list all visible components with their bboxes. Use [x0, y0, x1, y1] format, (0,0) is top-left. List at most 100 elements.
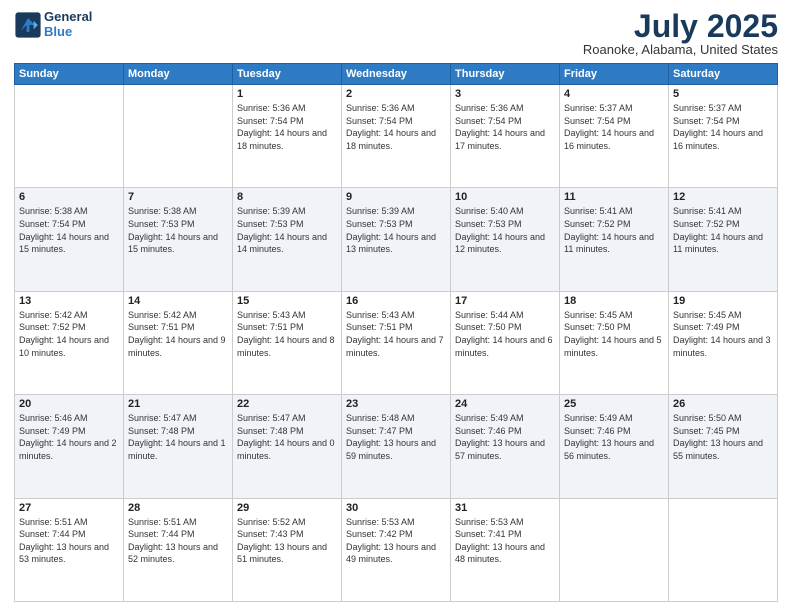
day-info: Sunrise: 5:42 AMSunset: 7:51 PMDaylight:… — [128, 309, 228, 359]
day-number: 17 — [455, 295, 555, 307]
day-number: 20 — [19, 398, 119, 410]
day-number: 24 — [455, 398, 555, 410]
calendar-cell: 7Sunrise: 5:38 AMSunset: 7:53 PMDaylight… — [124, 188, 233, 291]
calendar-cell: 14 Sunrise: 5:42 AMSunset: 7:51 PMDayligh… — [124, 291, 233, 394]
calendar-cell: 10 Sunrise: 5:40 AMSunset: 7:53 PMDayligh… — [451, 188, 560, 291]
day-info: Sunrise: 5:38 AMSunset: 7:53 PMDaylight:… — [128, 205, 228, 255]
calendar-cell: 19 Sunrise: 5:45 AMSunset: 7:49 PMDayligh… — [669, 291, 778, 394]
calendar-week-1: 1Sunrise: 5:36 AMSunset: 7:54 PMDaylight… — [15, 85, 778, 188]
calendar-cell: 6Sunrise: 5:38 AMSunset: 7:54 PMDaylight… — [15, 188, 124, 291]
day-number: 14 — [128, 295, 228, 307]
calendar-cell: 1Sunrise: 5:36 AMSunset: 7:54 PMDaylight… — [233, 85, 342, 188]
day-number: 15 — [237, 295, 337, 307]
day-number: 13 — [19, 295, 119, 307]
day-info: Sunrise: 5:49 AMSunset: 7:46 PMDaylight:… — [564, 412, 664, 462]
day-info: Sunrise: 5:50 AMSunset: 7:45 PMDaylight:… — [673, 412, 773, 462]
calendar-week-4: 20 Sunrise: 5:46 AMSunset: 7:49 PMDayligh… — [15, 395, 778, 498]
calendar-week-5: 27 Sunrise: 5:51 AMSunset: 7:44 PMDayligh… — [15, 498, 778, 601]
day-info: Sunrise: 5:47 AMSunset: 7:48 PMDaylight:… — [128, 412, 228, 462]
calendar-week-3: 13 Sunrise: 5:42 AMSunset: 7:52 PMDayligh… — [15, 291, 778, 394]
calendar-cell — [15, 85, 124, 188]
day-number: 5 — [673, 88, 773, 100]
calendar-cell — [124, 85, 233, 188]
calendar-cell: 15 Sunrise: 5:43 AMSunset: 7:51 PMDayligh… — [233, 291, 342, 394]
calendar-cell: 23 Sunrise: 5:48 AMSunset: 7:47 PMDayligh… — [342, 395, 451, 498]
day-number: 4 — [564, 88, 664, 100]
logo-blue: Blue — [44, 25, 92, 40]
day-number: 31 — [455, 502, 555, 514]
calendar-cell: 24 Sunrise: 5:49 AMSunset: 7:46 PMDayligh… — [451, 395, 560, 498]
col-saturday: Saturday — [669, 64, 778, 85]
header: General Blue July 2025 Roanoke, Alabama,… — [14, 10, 778, 57]
day-info: Sunrise: 5:42 AMSunset: 7:52 PMDaylight:… — [19, 309, 119, 359]
day-number: 12 — [673, 191, 773, 203]
logo-text-block: General Blue — [44, 10, 92, 40]
calendar-cell: 29Sunrise: 5:52 AMSunset: 7:43 PMDayligh… — [233, 498, 342, 601]
col-monday: Monday — [124, 64, 233, 85]
calendar-cell: 12 Sunrise: 5:41 AMSunset: 7:52 PMDayligh… — [669, 188, 778, 291]
day-info: Sunrise: 5:51 AMSunset: 7:44 PMDaylight:… — [19, 516, 119, 566]
col-thursday: Thursday — [451, 64, 560, 85]
day-info: Sunrise: 5:47 AMSunset: 7:48 PMDaylight:… — [237, 412, 337, 462]
logo-icon — [14, 11, 42, 39]
title-block: July 2025 Roanoke, Alabama, United State… — [583, 10, 778, 57]
calendar-cell: 26 Sunrise: 5:50 AMSunset: 7:45 PMDayligh… — [669, 395, 778, 498]
day-info: Sunrise: 5:38 AMSunset: 7:54 PMDaylight:… — [19, 205, 119, 255]
logo: General Blue — [14, 10, 92, 40]
day-info: Sunrise: 5:37 AMSunset: 7:54 PMDaylight:… — [564, 102, 664, 152]
day-number: 11 — [564, 191, 664, 203]
calendar-cell — [560, 498, 669, 601]
day-info: Sunrise: 5:41 AMSunset: 7:52 PMDaylight:… — [673, 205, 773, 255]
calendar-cell: 5 Sunrise: 5:37 AMSunset: 7:54 PMDaylight… — [669, 85, 778, 188]
day-number: 19 — [673, 295, 773, 307]
day-number: 10 — [455, 191, 555, 203]
day-number: 18 — [564, 295, 664, 307]
day-number: 23 — [346, 398, 446, 410]
calendar-cell: 31Sunrise: 5:53 AMSunset: 7:41 PMDayligh… — [451, 498, 560, 601]
day-info: Sunrise: 5:49 AMSunset: 7:46 PMDaylight:… — [455, 412, 555, 462]
calendar-cell: 30Sunrise: 5:53 AMSunset: 7:42 PMDayligh… — [342, 498, 451, 601]
day-info: Sunrise: 5:53 AMSunset: 7:42 PMDaylight:… — [346, 516, 446, 566]
day-info: Sunrise: 5:43 AMSunset: 7:51 PMDaylight:… — [346, 309, 446, 359]
calendar-cell: 11 Sunrise: 5:41 AMSunset: 7:52 PMDayligh… — [560, 188, 669, 291]
calendar-cell: 9 Sunrise: 5:39 AMSunset: 7:53 PMDaylight… — [342, 188, 451, 291]
day-info: Sunrise: 5:46 AMSunset: 7:49 PMDaylight:… — [19, 412, 119, 462]
day-info: Sunrise: 5:40 AMSunset: 7:53 PMDaylight:… — [455, 205, 555, 255]
day-info: Sunrise: 5:39 AMSunset: 7:53 PMDaylight:… — [346, 205, 446, 255]
day-number: 1 — [237, 88, 337, 100]
day-number: 22 — [237, 398, 337, 410]
day-info: Sunrise: 5:37 AMSunset: 7:54 PMDaylight:… — [673, 102, 773, 152]
calendar-table: Sunday Monday Tuesday Wednesday Thursday… — [14, 63, 778, 602]
location-title: Roanoke, Alabama, United States — [583, 42, 778, 57]
calendar-cell: 8Sunrise: 5:39 AMSunset: 7:53 PMDaylight… — [233, 188, 342, 291]
month-title: July 2025 — [583, 10, 778, 42]
day-number: 26 — [673, 398, 773, 410]
col-friday: Friday — [560, 64, 669, 85]
calendar-cell: 3Sunrise: 5:36 AMSunset: 7:54 PMDaylight… — [451, 85, 560, 188]
day-number: 27 — [19, 502, 119, 514]
day-info: Sunrise: 5:41 AMSunset: 7:52 PMDaylight:… — [564, 205, 664, 255]
calendar-cell: 27 Sunrise: 5:51 AMSunset: 7:44 PMDayligh… — [15, 498, 124, 601]
day-info: Sunrise: 5:39 AMSunset: 7:53 PMDaylight:… — [237, 205, 337, 255]
logo-general: General — [44, 10, 92, 25]
day-number: 25 — [564, 398, 664, 410]
col-tuesday: Tuesday — [233, 64, 342, 85]
day-info: Sunrise: 5:48 AMSunset: 7:47 PMDaylight:… — [346, 412, 446, 462]
day-info: Sunrise: 5:43 AMSunset: 7:51 PMDaylight:… — [237, 309, 337, 359]
day-number: 9 — [346, 191, 446, 203]
calendar-cell: 17Sunrise: 5:44 AMSunset: 7:50 PMDayligh… — [451, 291, 560, 394]
calendar-cell: 13 Sunrise: 5:42 AMSunset: 7:52 PMDayligh… — [15, 291, 124, 394]
page: General Blue July 2025 Roanoke, Alabama,… — [0, 0, 792, 612]
day-info: Sunrise: 5:51 AMSunset: 7:44 PMDaylight:… — [128, 516, 228, 566]
day-number: 28 — [128, 502, 228, 514]
calendar-week-2: 6Sunrise: 5:38 AMSunset: 7:54 PMDaylight… — [15, 188, 778, 291]
day-number: 29 — [237, 502, 337, 514]
calendar-cell — [669, 498, 778, 601]
day-info: Sunrise: 5:45 AMSunset: 7:50 PMDaylight:… — [564, 309, 664, 359]
day-number: 2 — [346, 88, 446, 100]
calendar-cell: 18 Sunrise: 5:45 AMSunset: 7:50 PMDayligh… — [560, 291, 669, 394]
calendar-cell: 16Sunrise: 5:43 AMSunset: 7:51 PMDayligh… — [342, 291, 451, 394]
day-info: Sunrise: 5:45 AMSunset: 7:49 PMDaylight:… — [673, 309, 773, 359]
header-row: Sunday Monday Tuesday Wednesday Thursday… — [15, 64, 778, 85]
calendar-cell: 21Sunrise: 5:47 AMSunset: 7:48 PMDayligh… — [124, 395, 233, 498]
